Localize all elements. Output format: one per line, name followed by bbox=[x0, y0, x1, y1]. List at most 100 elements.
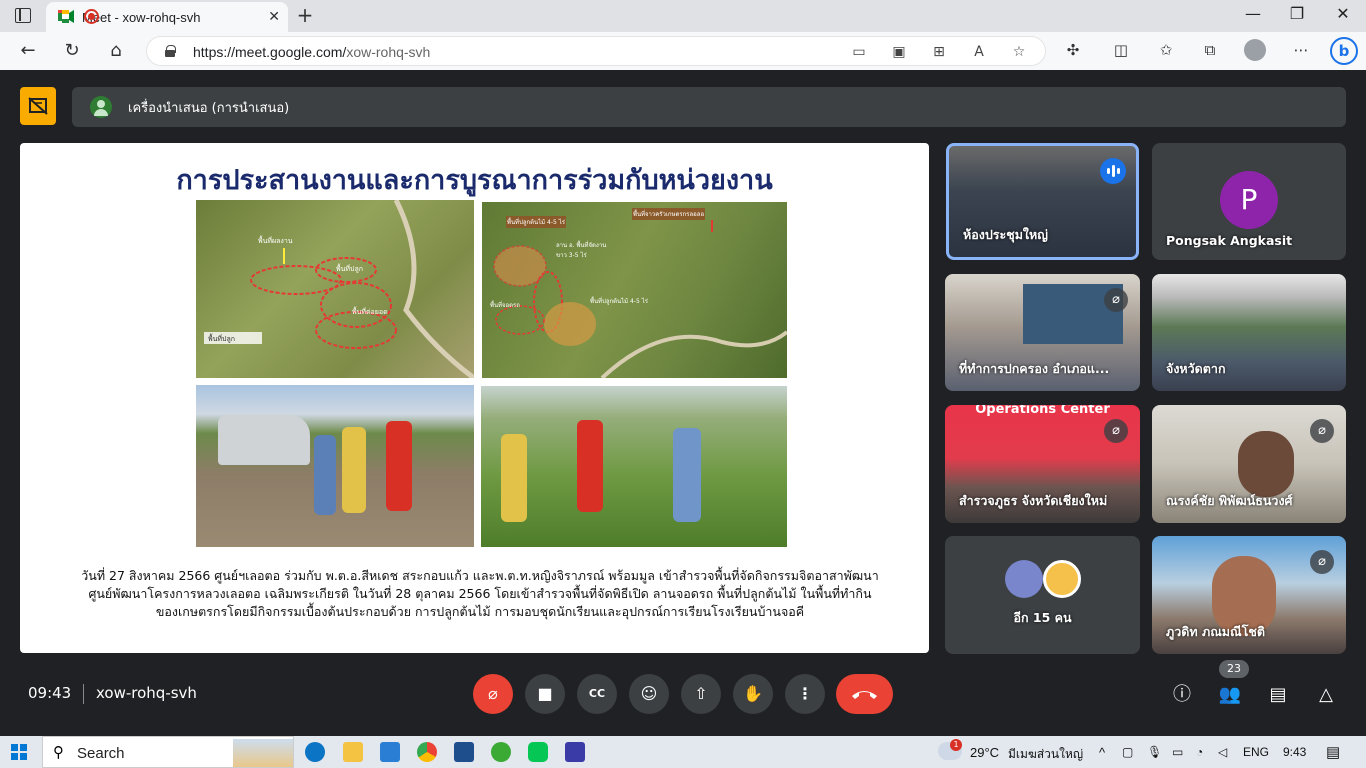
participant-tile[interactable]: ห้องประชุมใหญ่ bbox=[946, 143, 1139, 260]
sidebar-toggle-icon[interactable] bbox=[15, 8, 31, 23]
map-label: พื้นที่ปลูกต้นไม้ 4-5 ไร่ bbox=[506, 216, 566, 228]
windows-taskbar: ⚲ Search 1 29°C มีเมฆส่วนใหญ่ ^ ▢ 🎙 ▭ ◔ … bbox=[0, 736, 1366, 768]
participant-tile[interactable]: ⌀ ณรงค์ชัย พิพัฒน์ธนวงศ์ bbox=[1152, 405, 1346, 523]
reactions-button[interactable]: ☺ bbox=[629, 674, 669, 714]
participant-tile[interactable]: ⌀ ที่ทำการปกครอง อำเภอแ... bbox=[945, 274, 1140, 391]
url-text: https://meet.google.com/xow-rohq-svh bbox=[193, 44, 430, 60]
participant-tile[interactable]: ⌀ ภูวดิท ภณมณีโชติ bbox=[1152, 536, 1346, 654]
browser-toolbar: ← ↻ ⌂ https://meet.google.com/xow-rohq-s… bbox=[0, 32, 1366, 70]
person-figure bbox=[673, 428, 701, 522]
more-options-button[interactable]: ⋮ bbox=[785, 674, 825, 714]
weather-temp[interactable]: 29°C bbox=[970, 745, 999, 760]
edge-icon[interactable] bbox=[305, 742, 325, 762]
new-tab-button[interactable]: + bbox=[294, 4, 316, 26]
present-button[interactable]: ⇧ bbox=[681, 674, 721, 714]
video-camera-icon: ■ bbox=[537, 684, 553, 703]
person-figure bbox=[314, 435, 336, 515]
restore-button[interactable]: ❐ bbox=[1274, 4, 1320, 23]
volume-icon[interactable]: ◁ bbox=[1218, 745, 1227, 759]
taskbar-search-box[interactable]: ⚲ Search bbox=[42, 736, 294, 768]
mic-off-icon: ⌀ bbox=[488, 684, 498, 703]
search-highlight-image bbox=[233, 739, 293, 767]
aerial-map-photo-2: พื้นที่ปลูกต้นไม้ 4-5 ไร่ พื้นที่จาวครัว… bbox=[482, 202, 787, 378]
people-icon[interactable]: 👥 bbox=[1217, 682, 1243, 708]
map-label: พื้นที่ผลงาน bbox=[258, 237, 293, 245]
microphone-button[interactable]: ⌀ bbox=[473, 674, 513, 714]
emoji-icon: ☺ bbox=[640, 684, 658, 703]
app-icon[interactable] bbox=[491, 742, 511, 762]
mic-off-icon: ⌀ bbox=[1310, 550, 1334, 574]
meeting-details-icon[interactable]: ⓘ bbox=[1169, 682, 1195, 708]
participant-tile[interactable]: จังหวัดตาก bbox=[1152, 274, 1346, 391]
chrome-icon[interactable] bbox=[417, 742, 437, 762]
raise-hand-button[interactable]: ✋ bbox=[733, 674, 773, 714]
profile-avatar[interactable] bbox=[1244, 39, 1266, 61]
battery-icon[interactable]: ▭ bbox=[1172, 745, 1183, 759]
file-explorer-icon[interactable] bbox=[343, 742, 363, 762]
participant-avatar bbox=[1005, 560, 1043, 598]
language-indicator[interactable]: ENG bbox=[1243, 745, 1269, 759]
mic-off-icon: ⌀ bbox=[1104, 419, 1128, 443]
hand-icon: ✋ bbox=[743, 684, 763, 703]
participant-tile[interactable]: Operations Center ⌀ สำรวจภูธร จังหวัดเชี… bbox=[945, 405, 1140, 523]
map-label: พื้นที่จาวครัวเกษตรกรลอลอ bbox=[632, 208, 706, 220]
chat-icon[interactable]: ▤ bbox=[1265, 682, 1291, 708]
more-vert-icon: ⋮ bbox=[797, 684, 813, 703]
favorite-star-icon[interactable]: ☆ bbox=[1009, 44, 1029, 60]
notifications-icon[interactable]: ▤ bbox=[1326, 743, 1340, 761]
show-hidden-icons-icon[interactable]: ^ bbox=[1099, 745, 1105, 760]
participant-avatar: P bbox=[1220, 171, 1278, 229]
mail-icon[interactable] bbox=[380, 742, 400, 762]
lock-icon[interactable] bbox=[165, 45, 176, 57]
minimize-button[interactable]: — bbox=[1230, 4, 1276, 23]
slide-title: การประสานงานและการบูรณาการร่วมกับหน่วยงา… bbox=[176, 165, 773, 196]
close-window-button[interactable]: ✕ bbox=[1320, 4, 1366, 23]
more-menu-icon[interactable]: ⋯ bbox=[1290, 41, 1312, 59]
weather-text[interactable]: มีเมฆส่วนใหญ่ bbox=[1008, 745, 1083, 764]
speaking-indicator-icon bbox=[1100, 158, 1126, 184]
room-banner: Operations Center bbox=[975, 405, 1110, 417]
weather-badge: 1 bbox=[950, 739, 962, 751]
favorites-icon[interactable]: ✩ bbox=[1155, 41, 1177, 59]
participant-name: ณรงค์ชัย พิพัฒน์ธนวงศ์ bbox=[1166, 493, 1293, 508]
map-label: พื้นที่ปลูก bbox=[336, 265, 363, 273]
captions-button[interactable]: CC bbox=[577, 674, 617, 714]
refresh-icon[interactable]: ↻ bbox=[59, 38, 85, 64]
more-participants-tile[interactable]: อีก 15 คน bbox=[945, 536, 1140, 654]
bing-chat-icon[interactable]: b bbox=[1330, 37, 1358, 65]
address-bar[interactable]: https://meet.google.com/xow-rohq-svh ▭ ▣… bbox=[146, 36, 1046, 66]
app-icon[interactable] bbox=[565, 742, 585, 762]
pickup-truck bbox=[218, 415, 310, 465]
apps-icon[interactable]: ⊞ bbox=[929, 44, 949, 60]
activities-icon[interactable]: △ bbox=[1313, 682, 1339, 708]
extensions-icon[interactable]: ✣ bbox=[1062, 41, 1084, 59]
leave-call-button[interactable] bbox=[836, 674, 893, 714]
person-figure bbox=[386, 421, 412, 511]
browser-tab[interactable]: Meet - xow-rohq-svh ✕ bbox=[46, 2, 288, 32]
map-label: พื้นที่จอดรถ bbox=[490, 302, 520, 309]
line-icon[interactable] bbox=[528, 742, 548, 762]
read-aloud-icon[interactable]: A bbox=[969, 44, 989, 60]
stop-presenting-button[interactable] bbox=[20, 87, 56, 125]
aerial-map-overlay-2 bbox=[493, 220, 787, 378]
split-screen-icon[interactable]: ◫ bbox=[1110, 41, 1132, 59]
participant-tile[interactable]: P Pongsak Angkasit bbox=[1152, 143, 1346, 260]
meet-window: เครื่องนำเสนอ (การนำเสนอ) การประสานงานแล… bbox=[4, 70, 1362, 732]
camera-icon[interactable]: ▭ bbox=[849, 44, 869, 60]
microphone-tray-icon[interactable]: 🎙 bbox=[1147, 745, 1162, 759]
recording-icon bbox=[84, 9, 99, 24]
home-icon[interactable]: ⌂ bbox=[103, 38, 129, 64]
participant-name: จังหวัดตาก bbox=[1166, 361, 1226, 376]
tab-close-icon[interactable]: ✕ bbox=[268, 9, 280, 25]
collections-icon[interactable]: ⧉ bbox=[1199, 41, 1221, 59]
app-icon[interactable] bbox=[454, 742, 474, 762]
windows-start-icon[interactable] bbox=[11, 744, 27, 760]
cast-icon[interactable]: ▣ bbox=[889, 44, 909, 60]
captions-icon: CC bbox=[588, 687, 606, 700]
wifi-icon[interactable]: ◔ bbox=[1196, 745, 1203, 759]
back-icon[interactable]: ← bbox=[15, 38, 41, 64]
camera-button[interactable]: ■ bbox=[525, 674, 565, 714]
device-icon[interactable]: ▢ bbox=[1122, 745, 1133, 759]
clock[interactable]: 9:43 bbox=[1283, 745, 1306, 759]
mic-off-icon: ⌀ bbox=[1310, 419, 1334, 443]
